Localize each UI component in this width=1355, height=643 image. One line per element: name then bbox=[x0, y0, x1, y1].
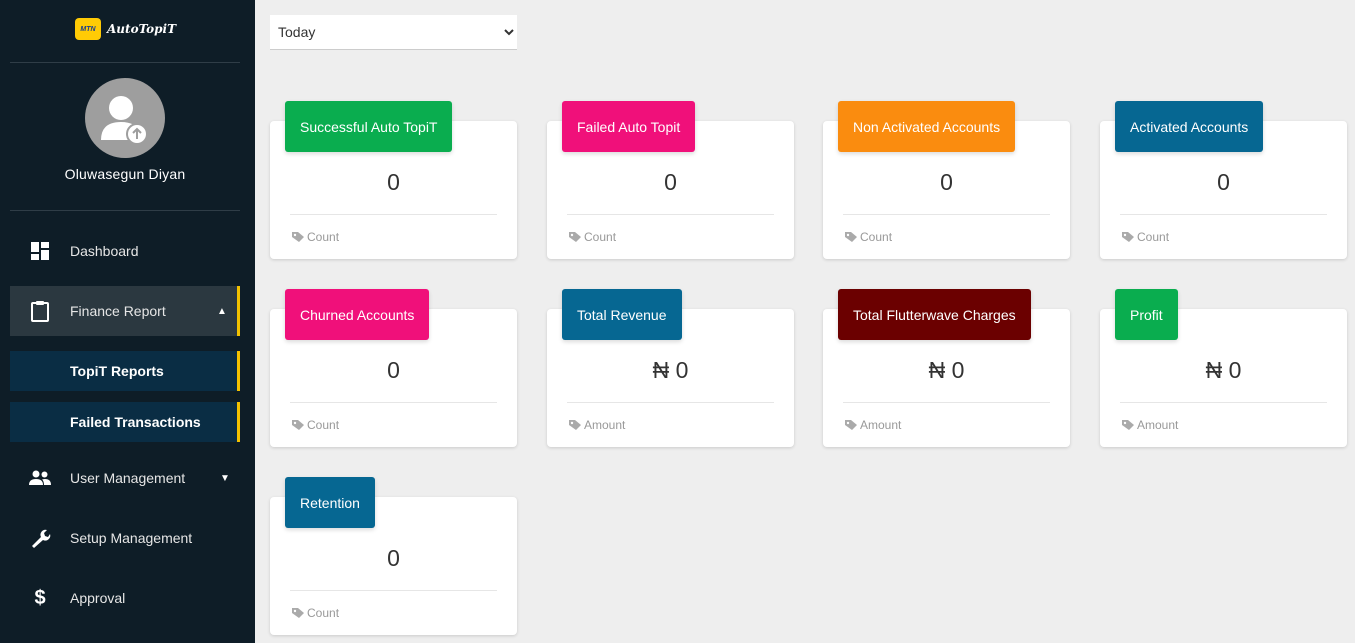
sidebar-item-label: Finance Report bbox=[70, 303, 166, 319]
stat-card-footer: Count bbox=[291, 418, 339, 432]
sidebar-divider bbox=[10, 62, 240, 63]
stat-card-footer: Count bbox=[568, 230, 616, 244]
sidebar-subitem-label: TopiT Reports bbox=[70, 363, 164, 379]
period-select[interactable]: Today bbox=[270, 15, 517, 50]
brand[interactable]: MTN AutoTopiT bbox=[75, 18, 176, 40]
stat-card-divider bbox=[290, 590, 497, 591]
stat-card-divider bbox=[290, 402, 497, 403]
brand-logo: MTN bbox=[75, 18, 101, 40]
tag-icon bbox=[569, 232, 581, 242]
sidebar-item-user-management[interactable]: User Management ▼ bbox=[10, 453, 240, 503]
stat-card: Profit ₦ 0 Amount bbox=[1100, 289, 1347, 447]
stat-card-footer: Amount bbox=[844, 418, 901, 432]
caret-up-icon: ▲ bbox=[217, 305, 227, 317]
brand-name: AutoTopiT bbox=[107, 22, 177, 36]
sidebar-item-approval[interactable]: $ Approval bbox=[10, 573, 240, 623]
stat-card-title: Total Flutterwave Charges bbox=[838, 289, 1031, 340]
stat-card: Activated Accounts 0 Count bbox=[1100, 101, 1347, 259]
stat-card-divider bbox=[843, 402, 1050, 403]
stat-card-value: ₦ 0 bbox=[652, 357, 689, 383]
stat-card-value: 0 bbox=[664, 169, 677, 195]
dollar-icon: $ bbox=[34, 586, 46, 609]
caret-down-icon: ▼ bbox=[220, 472, 230, 484]
stat-card-value: 0 bbox=[387, 545, 400, 571]
stat-card-value: ₦ 0 bbox=[1205, 357, 1242, 383]
user-name: Oluwasegun Diyan bbox=[64, 166, 186, 182]
stat-card: Non Activated Accounts 0 Count bbox=[823, 101, 1070, 259]
stat-card-title: Churned Accounts bbox=[285, 289, 430, 340]
stat-card-footer-label: Count bbox=[307, 230, 340, 244]
tag-icon bbox=[292, 420, 304, 430]
stat-card-footer-label: Count bbox=[307, 418, 340, 432]
tag-icon bbox=[292, 608, 304, 618]
stat-card: Successful Auto TopiT 0 Count bbox=[270, 101, 517, 259]
stat-card-divider bbox=[1120, 402, 1327, 403]
sidebar-subitem-label: Failed Transactions bbox=[70, 414, 201, 430]
stat-card-divider bbox=[843, 214, 1050, 215]
stat-card-title: Failed Auto Topit bbox=[562, 101, 696, 152]
tag-icon bbox=[845, 232, 857, 242]
stat-card-footer: Count bbox=[844, 230, 892, 244]
stat-card: Total Revenue ₦ 0 Amount bbox=[547, 289, 794, 447]
tag-icon bbox=[845, 420, 857, 430]
sidebar-item-label: User Management bbox=[70, 470, 186, 486]
avatar[interactable] bbox=[85, 78, 165, 158]
tag-icon bbox=[292, 232, 304, 242]
stat-card-value: 0 bbox=[387, 169, 400, 195]
sidebar-item-label: Setup Management bbox=[70, 530, 193, 546]
stat-card-divider bbox=[290, 214, 497, 215]
sidebar-subitem-topit-reports[interactable]: TopiT Reports bbox=[10, 351, 240, 391]
sidebar-item-setup-management[interactable]: Setup Management bbox=[10, 513, 240, 563]
stat-card-footer: Count bbox=[291, 230, 339, 244]
stat-card-footer-label: Count bbox=[860, 230, 893, 244]
stat-card-value: 0 bbox=[1217, 169, 1230, 195]
stat-card-footer: Amount bbox=[1121, 418, 1178, 432]
sidebar-item-finance-report[interactable]: Finance Report ▲ bbox=[10, 286, 240, 336]
clipboard-icon bbox=[10, 300, 70, 322]
sidebar-subitem-failed-transactions[interactable]: Failed Transactions bbox=[10, 402, 240, 442]
stat-card-title: Total Revenue bbox=[562, 289, 682, 340]
stat-card-divider bbox=[1120, 214, 1327, 215]
stat-card: Failed Auto Topit 0 Count bbox=[547, 101, 794, 259]
stat-card-title: Profit bbox=[1115, 289, 1178, 340]
wrench-icon bbox=[10, 527, 70, 549]
stat-card-divider bbox=[567, 214, 774, 215]
users-icon bbox=[10, 470, 70, 486]
sidebar-item-label: Approval bbox=[70, 590, 126, 606]
tag-icon bbox=[1122, 420, 1134, 430]
sidebar-item-label: Dashboard bbox=[70, 243, 139, 259]
stat-card-footer-label: Amount bbox=[584, 418, 626, 432]
stat-card-footer-label: Amount bbox=[860, 418, 902, 432]
stat-card-title: Activated Accounts bbox=[1115, 101, 1264, 152]
stat-card: Total Flutterwave Charges ₦ 0 Amount bbox=[823, 289, 1070, 447]
stat-card-footer: Count bbox=[1121, 230, 1169, 244]
dashboard-icon bbox=[10, 241, 70, 261]
stat-card-footer-label: Amount bbox=[1137, 418, 1179, 432]
stat-card-footer-label: Count bbox=[307, 606, 340, 620]
stat-card-title: Retention bbox=[285, 477, 375, 528]
stat-card-footer: Amount bbox=[568, 418, 625, 432]
stat-card-title: Successful Auto TopiT bbox=[285, 101, 453, 152]
tag-icon bbox=[569, 420, 581, 430]
stat-card-divider bbox=[567, 402, 774, 403]
stat-card-footer-label: Count bbox=[1137, 230, 1170, 244]
sidebar-item-dashboard[interactable]: Dashboard bbox=[10, 226, 240, 276]
stat-card-footer-label: Count bbox=[584, 230, 617, 244]
stat-card-value: 0 bbox=[387, 357, 400, 383]
stat-card: Churned Accounts 0 Count bbox=[270, 289, 517, 447]
stat-card-value: ₦ 0 bbox=[928, 357, 965, 383]
stat-card-value: 0 bbox=[940, 169, 953, 195]
stat-card: Retention 0 Count bbox=[270, 477, 517, 635]
stat-card-footer: Count bbox=[291, 606, 339, 620]
tag-icon bbox=[1122, 232, 1134, 242]
sidebar-divider bbox=[10, 210, 240, 211]
user-upload-icon bbox=[101, 96, 148, 145]
sidebar: MTN AutoTopiT Oluwasegun Diyan Dashboard… bbox=[0, 0, 255, 643]
stat-card-title: Non Activated Accounts bbox=[838, 101, 1016, 152]
